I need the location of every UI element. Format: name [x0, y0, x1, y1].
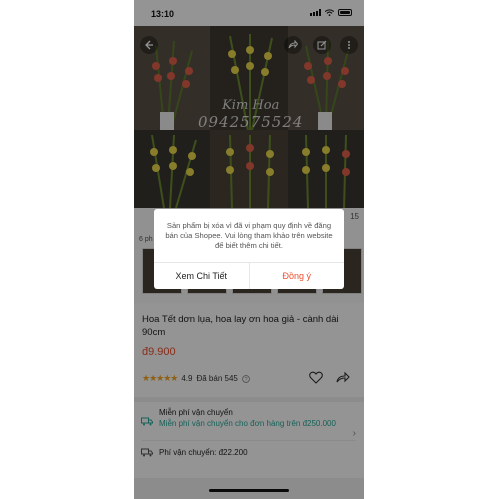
confirm-button[interactable]: Đồng ý	[250, 263, 345, 289]
dialog-actions: Xem Chi Tiết Đồng ý	[154, 262, 344, 289]
view-details-button[interactable]: Xem Chi Tiết	[154, 263, 250, 289]
removed-product-dialog: Sản phẩm bị xóa vì đã vi phạm quy định v…	[154, 209, 344, 289]
dialog-message: Sản phẩm bị xóa vì đã vi phạm quy định v…	[165, 221, 333, 250]
phone-screen: 13:10 Kim Hoa 0942575524 15 6 ph Hoa Tết…	[134, 0, 364, 499]
